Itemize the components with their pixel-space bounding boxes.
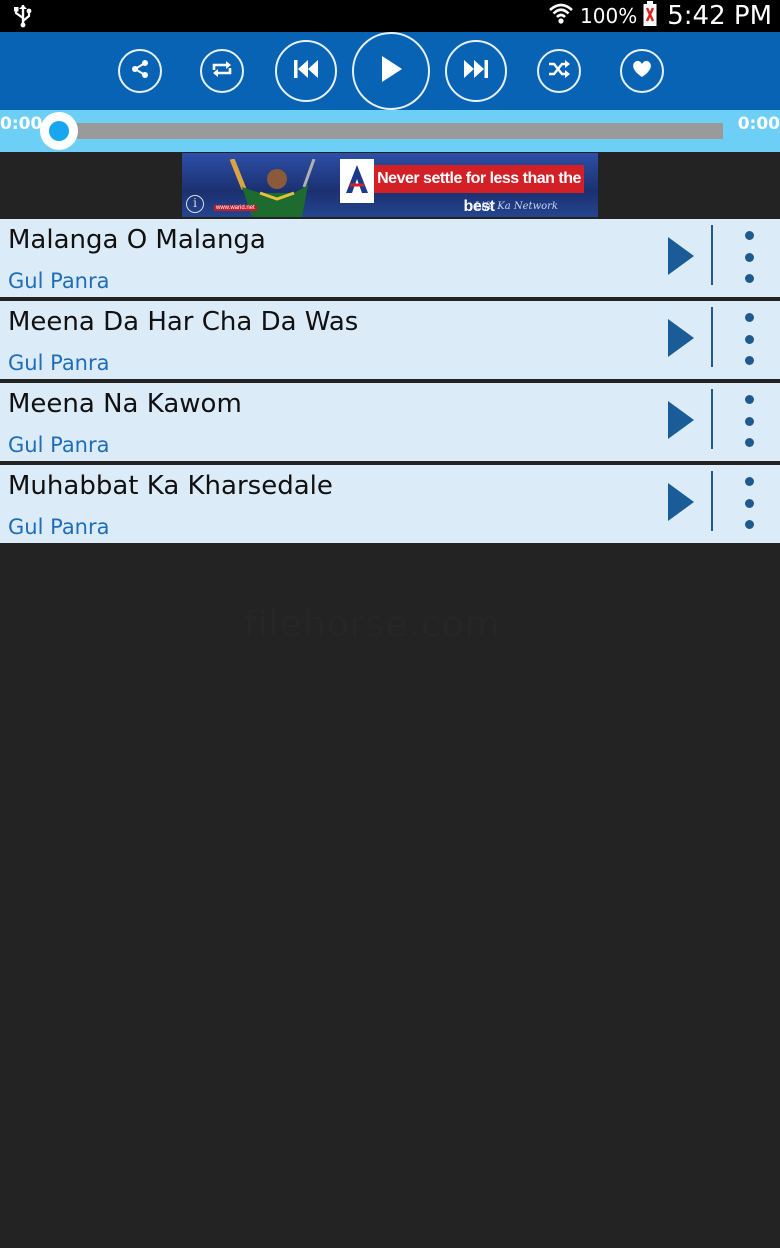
share-button[interactable] xyxy=(118,49,162,93)
row-divider xyxy=(711,307,713,367)
app-root: 100% 5:42 PM 0:00 0:00 i Never settle fo… xyxy=(0,0,780,1248)
play-icon[interactable] xyxy=(664,317,698,359)
play-button[interactable] xyxy=(352,32,430,110)
elapsed-time: 0:00 xyxy=(0,114,43,134)
song-artist: Gul Panra xyxy=(8,515,110,539)
play-icon[interactable] xyxy=(664,481,698,523)
song-title: Malanga O Malanga xyxy=(8,225,266,255)
seek-thumb[interactable] xyxy=(40,112,78,150)
battery-icon xyxy=(643,1,657,31)
more-options-icon[interactable] xyxy=(736,227,762,287)
favorite-icon xyxy=(631,59,653,83)
wifi-icon xyxy=(548,1,574,31)
song-list: Malanga O Malanga Gul Panra Meena Da Har… xyxy=(0,219,780,547)
share-icon xyxy=(129,58,151,84)
ad-tagline: Life Ka Network xyxy=(474,201,558,212)
more-options-icon[interactable] xyxy=(736,473,762,533)
next-icon xyxy=(462,58,490,84)
seek-track[interactable] xyxy=(62,123,723,139)
shuffle-icon xyxy=(547,58,571,84)
player-toolbar xyxy=(0,32,780,110)
song-title: Meena Na Kawom xyxy=(8,389,242,419)
repeat-icon xyxy=(210,58,234,84)
clock: 5:42 PM xyxy=(667,1,772,31)
song-row[interactable]: Meena Na Kawom Gul Panra xyxy=(0,383,780,461)
favorite-button[interactable] xyxy=(620,49,664,93)
play-icon[interactable] xyxy=(664,399,698,441)
song-title: Meena Da Har Cha Da Was xyxy=(8,307,359,337)
row-divider xyxy=(711,389,713,449)
ad-banner[interactable]: i Never settle for less than the best Li… xyxy=(182,153,598,217)
row-divider xyxy=(711,225,713,285)
status-bar: 100% 5:42 PM xyxy=(0,0,780,32)
watermark: filehorse.com xyxy=(244,604,501,645)
shuffle-button[interactable] xyxy=(537,49,581,93)
ad-website: www.warid.net xyxy=(214,205,257,211)
song-row[interactable]: Meena Da Har Cha Da Was Gul Panra xyxy=(0,301,780,379)
song-artist: Gul Panra xyxy=(8,351,110,375)
ad-info-icon[interactable]: i xyxy=(186,195,204,213)
next-button[interactable] xyxy=(445,40,507,102)
play-icon[interactable] xyxy=(664,235,698,277)
more-options-icon[interactable] xyxy=(736,309,762,369)
song-row[interactable]: Malanga O Malanga Gul Panra xyxy=(0,219,780,297)
seek-bar: 0:00 0:00 xyxy=(0,110,780,152)
play-icon xyxy=(378,54,404,88)
total-duration: 0:00 xyxy=(737,114,780,134)
ad-logo xyxy=(340,159,374,203)
more-options-icon[interactable] xyxy=(736,391,762,451)
battery-percent: 100% xyxy=(580,4,638,28)
song-title: Muhabbat Ka Kharsedale xyxy=(8,471,333,501)
song-artist: Gul Panra xyxy=(8,269,110,293)
previous-button[interactable] xyxy=(275,40,337,102)
song-artist: Gul Panra xyxy=(8,433,110,457)
repeat-button[interactable] xyxy=(200,49,244,93)
row-divider xyxy=(711,471,713,531)
previous-icon xyxy=(292,58,320,84)
usb-icon xyxy=(12,4,34,32)
ad-headline: Never settle for less than the best xyxy=(374,165,584,215)
song-row[interactable]: Muhabbat Ka Kharsedale Gul Panra xyxy=(0,465,780,543)
